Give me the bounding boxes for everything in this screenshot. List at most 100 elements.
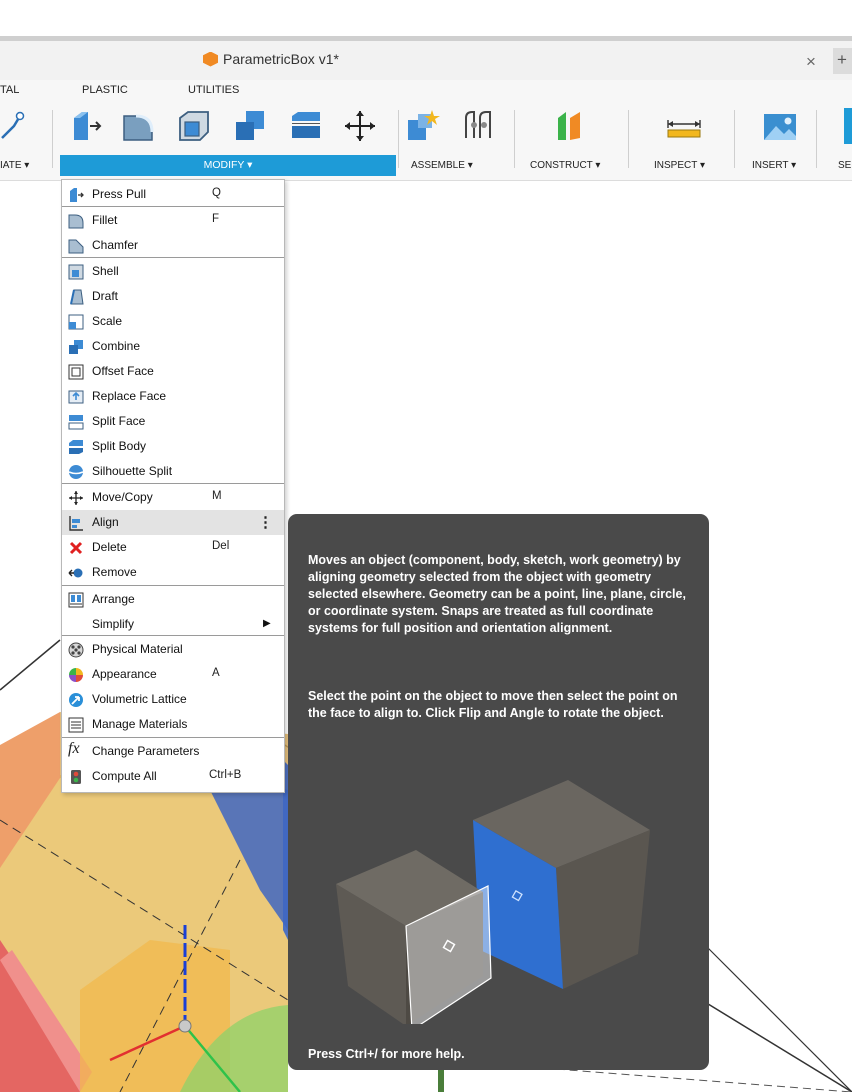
tab-sheet-metal[interactable]: TAL (0, 84, 19, 96)
menu-item-appearance[interactable]: Appearance A (62, 662, 284, 687)
align-icon (69, 516, 83, 531)
tooltip-instructions: Select the point on the object to move t… (308, 689, 678, 720)
select-group-label[interactable]: SE (838, 160, 851, 171)
new-tab-button[interactable]: + (833, 48, 852, 74)
fillet-tool-icon[interactable] (120, 108, 156, 144)
menu-item-compute-all[interactable]: Compute All Ctrl+B (62, 764, 284, 789)
menu-item-shortcut: Ctrl+B (209, 769, 242, 781)
menu-item-combine[interactable]: Combine (62, 334, 284, 359)
move-tool-icon[interactable] (342, 108, 378, 144)
remove-icon (68, 568, 83, 578)
menu-item-arrange[interactable]: Arrange (62, 587, 284, 612)
menu-item-fillet[interactable]: Fillet F (62, 208, 284, 233)
fusion-logo-icon (203, 51, 218, 67)
offset-plane-tool-icon[interactable] (552, 108, 588, 144)
shell-tool-icon[interactable] (176, 108, 212, 144)
menu-item-press-pull[interactable]: Press Pull Q (62, 182, 284, 207)
menu-item-delete[interactable]: Delete Del (62, 535, 284, 560)
menu-item-volumetric-lattice[interactable]: Volumetric Lattice (62, 687, 284, 712)
draft-icon (70, 289, 84, 305)
insert-image-tool-icon[interactable] (762, 108, 798, 144)
inspect-group-label[interactable]: INSPECT ▾ (654, 160, 705, 171)
replace-face-icon (68, 390, 84, 404)
align-tooltip: Moves an object (component, body, sketch… (288, 514, 709, 1070)
measure-tool-icon[interactable] (666, 108, 702, 144)
tooltip-help: Press Ctrl+/ for more help. (308, 1047, 465, 1061)
silhouette-split-icon (68, 465, 84, 479)
manage-materials-icon (68, 717, 84, 733)
ribbon-divider (398, 110, 399, 168)
plus-icon: + (837, 50, 847, 69)
appearance-icon (69, 668, 83, 682)
menu-item-shell[interactable]: Shell (62, 259, 284, 284)
ribbon-divider (816, 110, 817, 168)
tab-plastic[interactable]: PLASTIC (82, 84, 128, 96)
menu-item-align[interactable]: Align ⋮ (62, 510, 284, 535)
menu-item-split-face[interactable]: Split Face (62, 409, 284, 434)
menu-item-label: Scale (92, 314, 123, 328)
ribbon-divider (52, 110, 53, 168)
sketch-tool-icon[interactable] (0, 108, 36, 144)
document-tab[interactable]: ParametricBox v1* (0, 48, 852, 74)
combine-tool-icon[interactable] (232, 108, 268, 144)
fillet-icon (68, 214, 84, 229)
menu-item-manage-materials[interactable]: Manage Materials (62, 712, 284, 737)
chamfer-icon (68, 239, 84, 254)
move-copy-icon (69, 491, 83, 505)
joint-tool-icon[interactable] (460, 108, 496, 144)
document-title: ParametricBox v1* (223, 51, 339, 67)
menu-item-replace-face[interactable]: Replace Face (62, 384, 284, 409)
menu-item-offset-face[interactable]: Offset Face (62, 359, 284, 384)
submenu-arrow-icon: ▶ (263, 618, 271, 629)
menu-item-label: Offset Face (92, 364, 154, 378)
menu-separator (62, 737, 284, 738)
menu-item-label: Press Pull (92, 187, 147, 201)
menu-item-label: Combine (92, 339, 141, 353)
menu-item-simplify[interactable]: Simplify ▶ (62, 612, 284, 637)
menu-item-split-body[interactable]: Split Body (62, 434, 284, 459)
scale-icon (68, 314, 84, 330)
insert-group-label[interactable]: INSERT ▾ (752, 160, 796, 171)
menu-item-label: Compute All (92, 769, 157, 783)
menu-item-label: Align (92, 515, 119, 529)
menu-item-label: Physical Material (92, 642, 183, 656)
more-options-icon[interactable]: ⋮ (258, 513, 273, 531)
press-pull-tool-icon[interactable] (68, 108, 104, 144)
menu-item-chamfer[interactable]: Chamfer (62, 233, 284, 258)
menu-item-label: Simplify (92, 617, 135, 631)
ribbon-divider (514, 110, 515, 168)
menu-item-label: Split Body (92, 439, 147, 453)
shell-icon (68, 264, 84, 280)
menu-item-label: Manage Materials (92, 717, 188, 731)
split-body-icon (69, 440, 83, 454)
menu-item-scale[interactable]: Scale (62, 309, 284, 334)
create-group-label[interactable]: IATE ▾ (0, 160, 29, 171)
delete-icon (69, 541, 83, 555)
tab-utilities[interactable]: UTILITIES (188, 84, 239, 96)
menu-item-label: Split Face (92, 414, 146, 428)
menu-item-shortcut: Del (212, 540, 230, 552)
assemble-group-label[interactable]: ASSEMBLE ▾ (411, 160, 473, 171)
modify-group-button[interactable]: MODIFY ▾ (60, 155, 396, 176)
menu-item-remove[interactable]: Remove (62, 560, 284, 585)
menu-item-shortcut: F (212, 213, 220, 225)
ribbon-divider (628, 110, 629, 168)
menu-separator (62, 585, 284, 586)
select-tool-icon[interactable] (844, 108, 852, 144)
menu-item-physical-material[interactable]: Physical Material (62, 637, 284, 662)
split-face-tool-icon[interactable] (288, 108, 324, 144)
offset-face-icon (68, 364, 84, 380)
menu-item-move-copy[interactable]: Move/Copy M (62, 485, 284, 510)
close-tab-button[interactable]: × (806, 52, 816, 72)
menu-item-shortcut: Q (212, 187, 221, 199)
new-component-tool-icon[interactable] (404, 108, 440, 144)
menu-item-change-parameters[interactable]: fx Change Parameters (62, 739, 284, 764)
menu-item-label: Appearance (92, 667, 157, 681)
construct-group-label[interactable]: CONSTRUCT ▾ (530, 160, 600, 171)
arrange-icon (68, 592, 84, 608)
menu-item-draft[interactable]: Draft (62, 284, 284, 309)
menu-item-silhouette-split[interactable]: Silhouette Split (62, 459, 284, 484)
menu-item-label: Silhouette Split (92, 464, 173, 478)
menu-item-shortcut: M (212, 490, 222, 502)
press-pull-icon (70, 188, 84, 202)
